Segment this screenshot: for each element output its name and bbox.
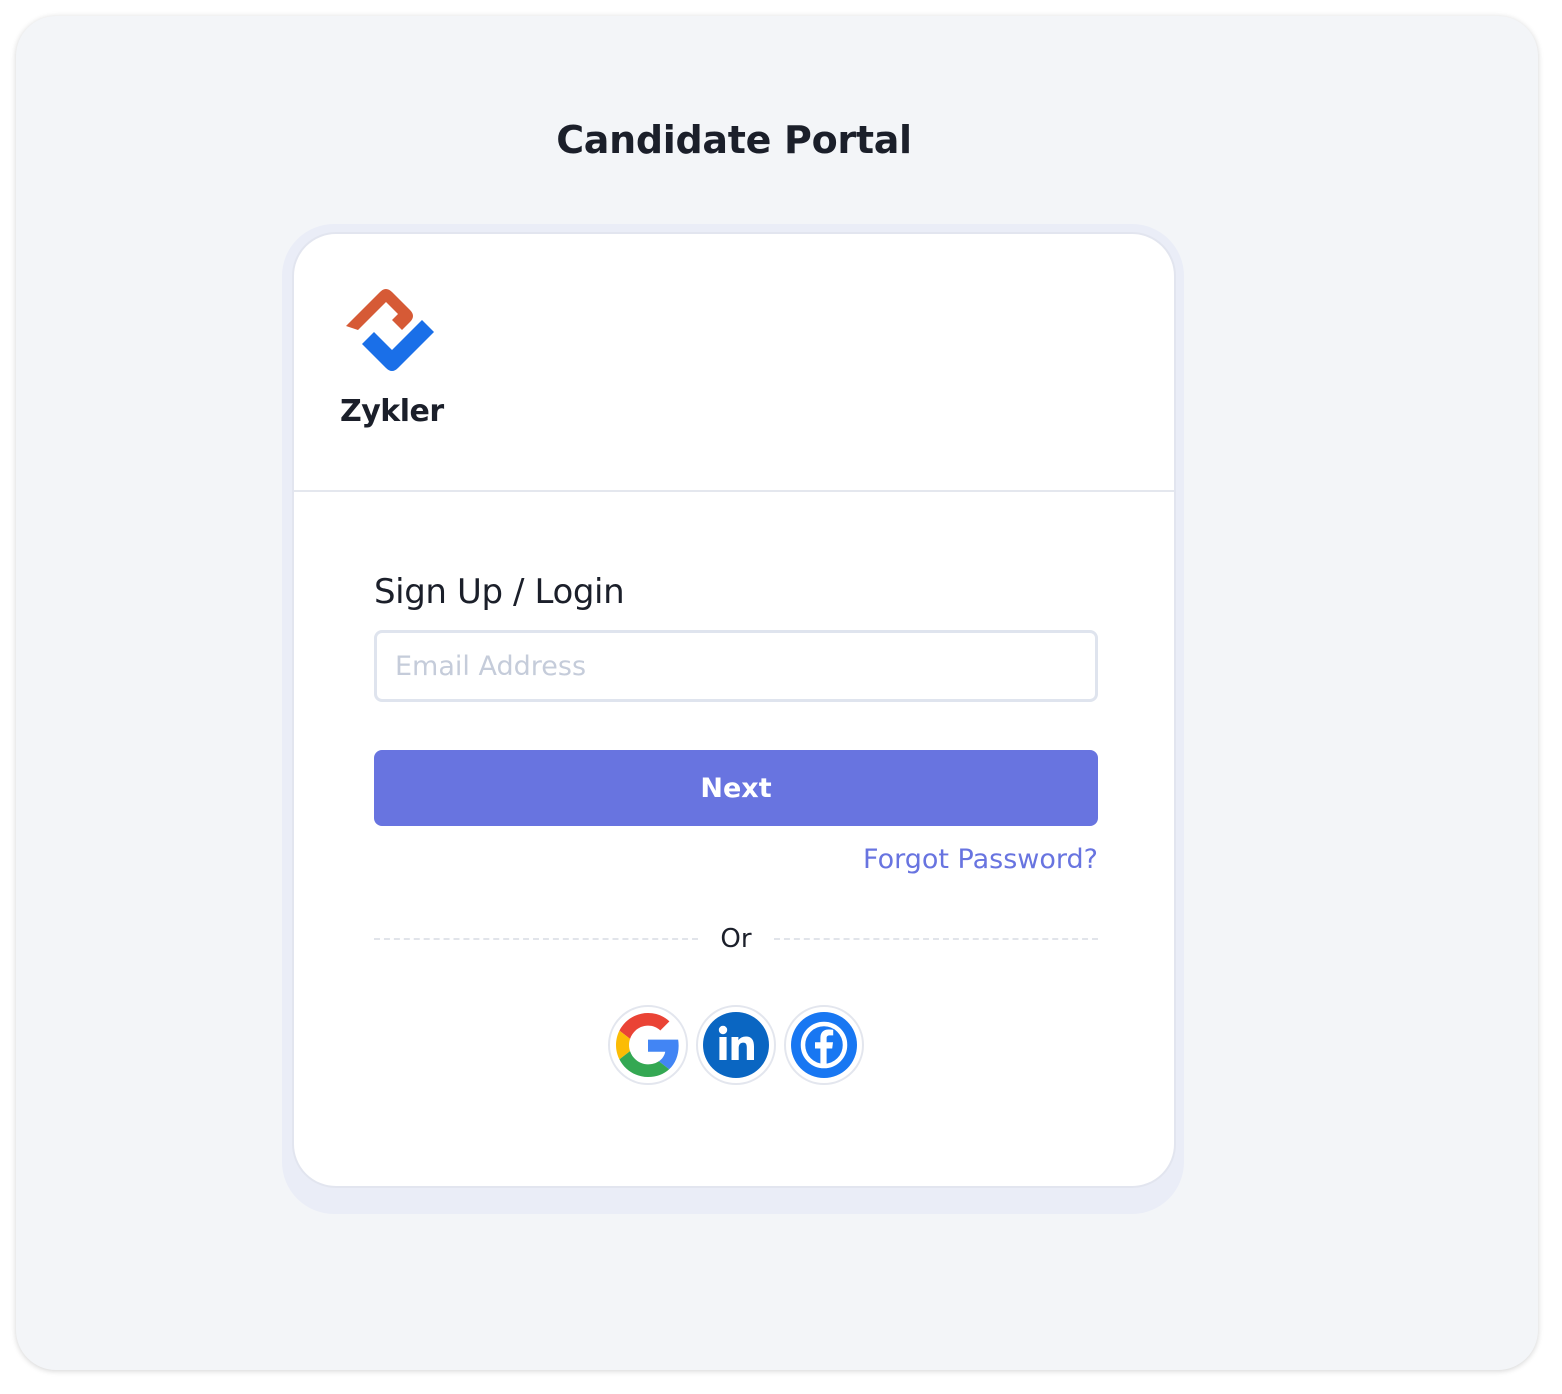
brand-name: Zykler bbox=[340, 394, 444, 429]
linkedin-login-button[interactable] bbox=[696, 1005, 776, 1085]
brand: Zykler bbox=[340, 280, 444, 429]
google-login-button[interactable] bbox=[608, 1005, 688, 1085]
or-divider-line-right bbox=[773, 938, 1098, 940]
social-login-row bbox=[374, 1005, 1098, 1085]
page-frame: Candidate Portal Zykler Sign Up / Login … bbox=[16, 16, 1538, 1370]
page-title: Candidate Portal bbox=[556, 118, 912, 162]
or-divider: Or bbox=[374, 919, 1098, 959]
or-divider-line-left bbox=[374, 938, 699, 940]
google-icon bbox=[616, 1013, 679, 1077]
or-divider-label: Or bbox=[720, 924, 752, 954]
forgot-password-link[interactable]: Forgot Password? bbox=[863, 844, 1098, 875]
form-heading: Sign Up / Login bbox=[374, 572, 625, 612]
email-input[interactable] bbox=[374, 630, 1098, 702]
facebook-icon bbox=[791, 1012, 857, 1078]
facebook-login-button[interactable] bbox=[784, 1005, 864, 1085]
card-divider bbox=[294, 490, 1174, 492]
login-form: Sign Up / Login Next Forgot Password? Or bbox=[374, 572, 1098, 1085]
login-card: Zykler Sign Up / Login Next Forgot Passw… bbox=[292, 232, 1176, 1188]
linkedin-icon bbox=[703, 1012, 769, 1078]
zykler-logo-icon bbox=[346, 289, 434, 371]
forgot-row: Forgot Password? bbox=[374, 844, 1098, 875]
next-button[interactable]: Next bbox=[374, 750, 1098, 826]
